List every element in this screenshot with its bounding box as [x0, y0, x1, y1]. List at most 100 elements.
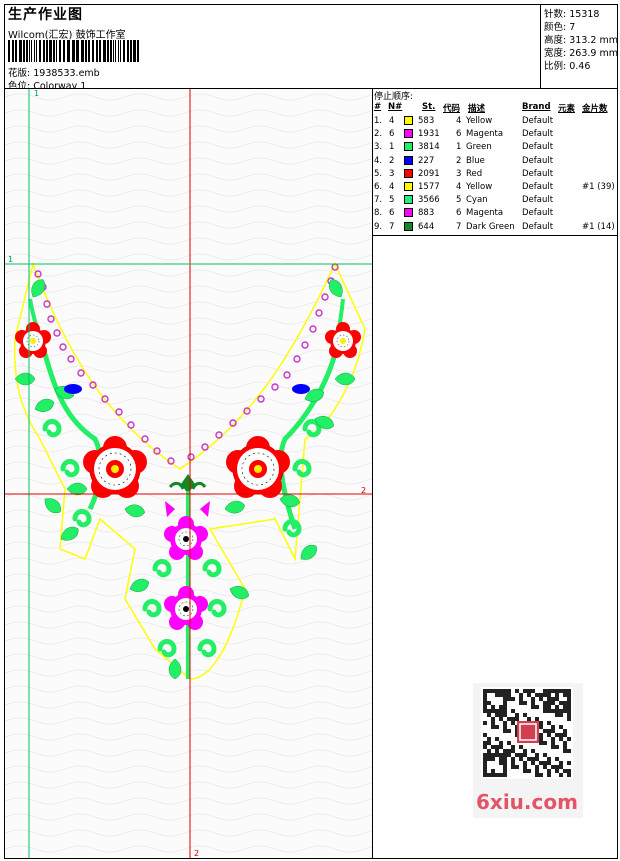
- col-header-code: 代码: [443, 104, 461, 114]
- row-index: 7.: [374, 195, 383, 206]
- row-needle: 4: [389, 182, 395, 192]
- row-needle: 4: [389, 116, 395, 126]
- row-code: 6: [456, 129, 462, 140]
- color-swatch: [404, 195, 413, 205]
- row-index: 5.: [374, 168, 383, 179]
- row-brand: Default: [522, 208, 554, 219]
- col-header-brand: Brand: [522, 102, 551, 112]
- row-description: Cyan: [466, 195, 488, 206]
- row-sequin: #1 (14): [582, 221, 615, 232]
- design-file-line: 花版: 1938533.emb: [8, 65, 100, 79]
- row-brand: Default: [522, 221, 554, 232]
- embroidery-design: 1 1 2 2: [5, 89, 372, 858]
- row-stitches: 1577: [418, 182, 440, 192]
- row-index: 8.: [374, 208, 383, 219]
- col-header-desc: 描述: [468, 104, 486, 114]
- table-row: 5. 3 2091 3 Red Default: [372, 168, 618, 182]
- row-code: 4: [456, 116, 462, 126]
- row-code: 4: [456, 182, 462, 192]
- table-row: 3. 1 3814 1 Green Default: [372, 142, 618, 155]
- row-needle: 6: [389, 129, 395, 140]
- row-brand: Default: [522, 142, 554, 153]
- stat-scale: 比例: 0.46: [544, 61, 591, 72]
- row-stitches: 2091: [418, 168, 440, 179]
- table-row: 2. 6 1931 6 Magenta Default: [372, 129, 618, 142]
- row-brand: Default: [522, 155, 554, 166]
- table-divider: [372, 235, 618, 236]
- stat-stitches: 针数: 15318: [544, 9, 600, 20]
- row-index: 3.: [374, 142, 383, 153]
- color-swatch: [404, 142, 413, 152]
- row-description: Red: [466, 168, 483, 179]
- stat-height: 高度: 313.2 mm: [544, 35, 618, 46]
- row-description: Green: [466, 142, 492, 153]
- row-needle: 1: [389, 142, 395, 153]
- col-header-stitches: St.: [422, 102, 436, 112]
- table-row: 1. 4 583 4 Yellow Default: [372, 116, 618, 129]
- row-brand: Default: [522, 182, 554, 192]
- row-brand: Default: [522, 129, 554, 140]
- row-code: 1: [456, 142, 462, 153]
- row-description: Dark Green: [466, 221, 515, 232]
- row-description: Yellow: [466, 116, 493, 126]
- color-swatch: [404, 129, 413, 139]
- row-stitches: 883: [418, 208, 435, 219]
- color-swatch: [404, 155, 413, 165]
- page-title: 生产作业图: [8, 7, 83, 23]
- color-swatch: [404, 182, 413, 191]
- row-index: 6.: [374, 182, 383, 192]
- table-row: 4. 2 227 2 Blue Default: [372, 155, 618, 169]
- stop-sequence-table: 停止顺序: # N# St. 代码 描述 Brand 元素 金片数 1. 4 583…: [372, 89, 618, 235]
- row-needle: 2: [389, 155, 395, 166]
- row-stitches: 227: [418, 155, 435, 166]
- table-caption: 停止顺序:: [374, 92, 414, 102]
- row-code: 3: [456, 168, 462, 179]
- row-description: Yellow: [466, 182, 493, 192]
- row-brand: Default: [522, 195, 554, 206]
- table-row: 9. 7 644 7 Dark Green Default #1 (14): [372, 221, 618, 235]
- stats-panel: 针数: 15318 颜色: 7 高度: 313.2 mm 宽度: 263.9 m…: [540, 4, 619, 88]
- guide-label-v1: 1: [34, 89, 39, 98]
- color-swatch: [404, 168, 413, 178]
- stat-colors: 颜色: 7: [544, 22, 576, 33]
- row-description: Blue: [466, 155, 485, 166]
- row-stitches: 583: [418, 116, 435, 126]
- color-swatch: [404, 208, 413, 218]
- row-description: Magenta: [466, 129, 504, 140]
- row-index: 4.: [374, 155, 383, 166]
- row-stitches: 3814: [418, 142, 440, 153]
- row-stitches: 3566: [418, 195, 440, 206]
- row-description: Magenta: [466, 208, 504, 219]
- row-needle: 3: [389, 168, 395, 179]
- row-needle: 5: [389, 195, 395, 206]
- header-info: 生产作业图 Wilcom(汇宏) 鼓饰工作室 花版: 1938533.emb 色…: [8, 4, 538, 92]
- design-canvas: 1 1 2 2: [5, 89, 372, 858]
- site-logo: 6xiu.com: [476, 790, 578, 814]
- row-needle: 6: [389, 208, 395, 219]
- row-stitches: 1931: [418, 129, 440, 140]
- row-sequin: #1 (39): [582, 182, 615, 192]
- row-code: 5: [456, 195, 462, 206]
- table-row: 7. 5 3566 5 Cyan Default: [372, 195, 618, 208]
- guide-label-h2: 2: [361, 486, 366, 495]
- row-code: 2: [456, 155, 462, 166]
- col-header-n: N#: [388, 102, 403, 112]
- row-index: 9.: [374, 221, 383, 232]
- row-needle: 7: [389, 221, 395, 232]
- row-brand: Default: [522, 168, 554, 179]
- company-name: Wilcom(汇宏) 鼓饰工作室: [8, 30, 126, 41]
- row-stitches: 644: [418, 221, 435, 232]
- color-swatch: [404, 116, 413, 125]
- guide-label-v2: 2: [194, 849, 199, 858]
- row-code: 7: [456, 221, 462, 232]
- row-index: 1.: [374, 116, 383, 126]
- color-swatch: [404, 221, 413, 231]
- barcode: [8, 40, 139, 62]
- col-header-element: 元素: [558, 104, 576, 114]
- col-header-index: #: [374, 102, 382, 112]
- row-index: 2.: [374, 129, 383, 140]
- col-header-sequin: 金片数: [582, 104, 608, 114]
- table-row: 6. 4 1577 4 Yellow Default #1 (39): [372, 182, 618, 195]
- table-row: 8. 6 883 6 Magenta Default: [372, 208, 618, 221]
- stat-width: 宽度: 263.9 mm: [544, 48, 618, 59]
